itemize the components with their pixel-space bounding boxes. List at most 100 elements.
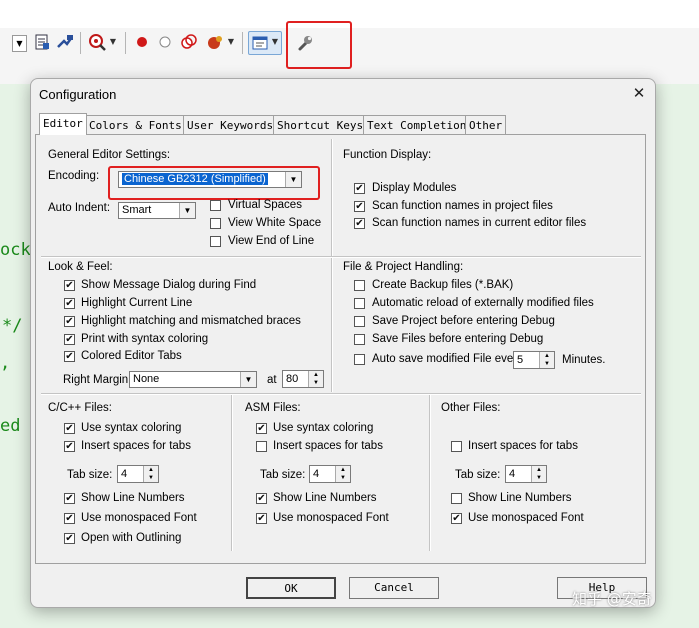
c-syntax-checkbox[interactable]: ✔ bbox=[64, 423, 75, 434]
auto-save-minutes-stepper[interactable]: 5 ▲ ▼ bbox=[513, 351, 555, 369]
tab-text-completion[interactable]: Text Completion bbox=[363, 115, 471, 134]
divider bbox=[231, 395, 233, 551]
divider bbox=[331, 139, 333, 257]
configuration-dialog: Configuration ✕ Editor Colors & Fonts Us… bbox=[30, 78, 656, 608]
spin-buttons[interactable]: ▲ ▼ bbox=[308, 371, 323, 387]
section-heading-look-feel: Look & Feel: bbox=[48, 261, 113, 273]
c-tab-size-value: 4 bbox=[121, 468, 128, 480]
auto-save-minutes-value: 5 bbox=[517, 354, 524, 366]
section-heading-c-files: C/C++ Files: bbox=[48, 402, 112, 414]
tab-colors-fonts[interactable]: Colors & Fonts bbox=[85, 115, 186, 134]
c-tab-size-label: Tab size: bbox=[67, 469, 113, 481]
spin-buttons[interactable]: ▲ ▼ bbox=[531, 466, 546, 482]
close-icon[interactable]: ✕ bbox=[629, 83, 649, 103]
asm-syntax-checkbox[interactable]: ✔ bbox=[256, 423, 267, 434]
c-line-numbers-label: Show Line Numbers bbox=[81, 492, 185, 504]
highlight-line-label: Highlight Current Line bbox=[81, 297, 193, 309]
other-monospaced-checkbox[interactable]: ✔ bbox=[451, 513, 462, 524]
auto-reload-checkbox[interactable] bbox=[354, 298, 365, 309]
window-layout-dropdown-icon[interactable]: ▼ bbox=[270, 35, 280, 49]
highlight-braces-checkbox[interactable]: ✔ bbox=[64, 316, 75, 327]
code-line: */ bbox=[2, 316, 23, 336]
breakpoint-icon[interactable] bbox=[133, 33, 151, 51]
virtual-spaces-checkbox[interactable] bbox=[210, 200, 221, 211]
debug-session-icon[interactable] bbox=[206, 33, 224, 51]
c-monospaced-label: Use monospaced Font bbox=[81, 512, 197, 524]
right-margin-column-stepper[interactable]: 80 ▲ ▼ bbox=[282, 370, 324, 388]
c-outlining-label: Open with Outlining bbox=[81, 532, 182, 544]
view-end-of-line-label: View End of Line bbox=[228, 235, 315, 247]
toolbar-separator bbox=[242, 32, 243, 54]
auto-indent-label: Auto Indent: bbox=[48, 202, 111, 214]
save-project-label: Save Project before entering Debug bbox=[372, 315, 555, 327]
highlight-box-encoding bbox=[108, 166, 320, 200]
colored-tabs-checkbox[interactable]: ✔ bbox=[64, 351, 75, 362]
show-message-label: Show Message Dialog during Find bbox=[81, 279, 257, 291]
print-syntax-label: Print with syntax coloring bbox=[81, 333, 209, 345]
spin-buttons[interactable]: ▲ ▼ bbox=[143, 466, 158, 482]
code-line: ock bbox=[0, 240, 31, 260]
tab-other[interactable]: Other bbox=[465, 115, 507, 134]
asm-monospaced-checkbox[interactable]: ✔ bbox=[256, 513, 267, 524]
c-syntax-label: Use syntax coloring bbox=[81, 422, 182, 434]
c-spaces-checkbox[interactable]: ✔ bbox=[64, 441, 75, 452]
highlight-line-checkbox[interactable]: ✔ bbox=[64, 298, 75, 309]
display-modules-checkbox[interactable]: ✔ bbox=[354, 183, 365, 194]
insert-template-icon[interactable] bbox=[33, 33, 51, 51]
display-modules-label: Display Modules bbox=[372, 182, 457, 194]
auto-save-checkbox[interactable] bbox=[354, 354, 365, 365]
print-syntax-checkbox[interactable]: ✔ bbox=[64, 334, 75, 345]
auto-indent-select[interactable]: Smart ▼ bbox=[118, 202, 196, 219]
window-layout-icon bbox=[252, 36, 268, 50]
chevron-down-icon: ▼ bbox=[179, 203, 195, 218]
highlight-box-wrench bbox=[286, 21, 352, 69]
watermark: 知乎 @安奇 bbox=[572, 590, 652, 608]
create-backup-checkbox[interactable] bbox=[354, 280, 365, 291]
configure-flash-icon[interactable] bbox=[56, 33, 74, 51]
right-margin-label: Right Margin: bbox=[63, 374, 132, 386]
c-line-numbers-checkbox[interactable]: ✔ bbox=[64, 493, 75, 504]
asm-line-numbers-checkbox[interactable]: ✔ bbox=[256, 493, 267, 504]
encoding-label: Encoding: bbox=[48, 170, 100, 182]
find-dropdown-icon[interactable]: ▼ bbox=[108, 35, 118, 49]
c-tab-size-stepper[interactable]: 4 ▲ ▼ bbox=[117, 465, 159, 483]
cancel-button[interactable]: Cancel bbox=[349, 577, 439, 599]
save-files-checkbox[interactable] bbox=[354, 334, 365, 345]
auto-save-label: Auto save modified File every bbox=[372, 353, 523, 365]
toolbar-separator bbox=[80, 32, 81, 54]
other-tab-size-stepper[interactable]: 4 ▲ ▼ bbox=[505, 465, 547, 483]
scan-editor-checkbox[interactable]: ✔ bbox=[354, 218, 365, 229]
asm-tab-size-value: 4 bbox=[313, 468, 320, 480]
asm-tab-size-stepper[interactable]: 4 ▲ ▼ bbox=[309, 465, 351, 483]
at-label: at bbox=[267, 374, 277, 386]
toolbar-dropdown[interactable]: ▼ bbox=[12, 35, 27, 52]
right-margin-select[interactable]: None ▼ bbox=[129, 371, 257, 388]
ok-button[interactable]: OK bbox=[246, 577, 336, 599]
show-message-checkbox[interactable]: ✔ bbox=[64, 280, 75, 291]
view-white-space-checkbox[interactable] bbox=[210, 218, 221, 229]
disable-breakpoint-icon[interactable] bbox=[156, 33, 174, 51]
tab-user-keywords[interactable]: User Keywords bbox=[183, 115, 278, 134]
section-heading-other-files: Other Files: bbox=[441, 402, 501, 414]
right-margin-column-value: 80 bbox=[286, 373, 299, 385]
scan-project-checkbox[interactable]: ✔ bbox=[354, 201, 365, 212]
auto-indent-value: Smart bbox=[122, 204, 152, 216]
tab-shortcut-keys[interactable]: Shortcut Keys bbox=[273, 115, 368, 134]
debug-dropdown-icon[interactable]: ▼ bbox=[226, 35, 236, 49]
kill-breakpoints-icon[interactable] bbox=[180, 33, 198, 51]
spin-buttons[interactable]: ▲ ▼ bbox=[335, 466, 350, 482]
divider bbox=[331, 258, 333, 392]
c-monospaced-checkbox[interactable]: ✔ bbox=[64, 513, 75, 524]
tab-editor[interactable]: Editor bbox=[39, 113, 87, 135]
spin-buttons[interactable]: ▲ ▼ bbox=[539, 352, 554, 368]
other-spaces-checkbox[interactable] bbox=[451, 441, 462, 452]
save-project-checkbox[interactable] bbox=[354, 316, 365, 327]
other-line-numbers-checkbox[interactable] bbox=[451, 493, 462, 504]
asm-spaces-label: Insert spaces for tabs bbox=[273, 440, 383, 452]
section-heading-function-display: Function Display: bbox=[343, 149, 432, 161]
asm-spaces-checkbox[interactable] bbox=[256, 441, 267, 452]
view-end-of-line-checkbox[interactable] bbox=[210, 236, 221, 247]
c-outlining-checkbox[interactable]: ✔ bbox=[64, 533, 75, 544]
find-icon[interactable] bbox=[88, 33, 106, 51]
divider bbox=[41, 256, 641, 258]
